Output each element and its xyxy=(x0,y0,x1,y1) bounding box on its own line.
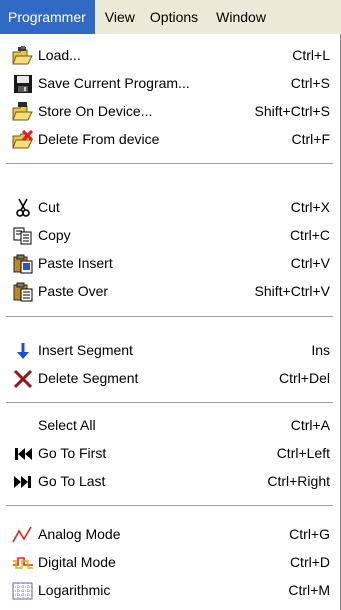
menu-item-label: Paste Over xyxy=(38,283,109,299)
menu-item-select-all[interactable]: Select All Ctrl+A xyxy=(0,412,339,440)
menu-item-delete-segment[interactable]: Delete Segment Ctrl+Del xyxy=(0,365,339,393)
menu-item-paste-insert[interactable]: Paste Insert Ctrl+V xyxy=(0,250,339,278)
go-last-icon xyxy=(12,472,34,492)
menu-item-paste-over[interactable]: Paste Over Shift+Ctrl+V xyxy=(0,278,339,306)
delete-device-icon xyxy=(12,130,34,150)
menu-item-label: Logarithmic xyxy=(38,582,111,598)
analog-wave-icon xyxy=(12,525,34,545)
menu-window[interactable]: Window xyxy=(207,0,270,34)
menu-item-shortcut: Ctrl+M xyxy=(288,582,330,598)
menu-item-label: Insert Segment xyxy=(38,342,133,358)
menu-bar: Programmer View Options Window xyxy=(0,0,341,35)
menu-item-go-to-last[interactable]: Go To Last Ctrl+Right xyxy=(0,468,339,496)
menu-item-label: Copy xyxy=(38,227,71,243)
cut-icon xyxy=(12,198,34,218)
menu-item-shortcut: Ctrl+C xyxy=(289,227,330,243)
menu-item-shortcut: Ctrl+Right xyxy=(267,473,330,489)
menu-item-insert-segment[interactable]: Insert Segment Ins xyxy=(0,337,339,365)
menu-item-label: Load... xyxy=(38,47,81,63)
log-grid-icon xyxy=(12,581,34,601)
menu-item-delete-from-device[interactable]: Delete From device Ctrl+F xyxy=(0,126,339,154)
menu-item-shortcut: Ctrl+V xyxy=(290,255,330,271)
menu-item-label: Select All xyxy=(38,417,96,433)
copy-icon xyxy=(12,226,34,246)
store-device-icon xyxy=(12,102,34,122)
menu-item-cut[interactable]: Cut Ctrl+X xyxy=(0,194,339,222)
menu-separator xyxy=(6,163,333,165)
delete-x-icon xyxy=(12,369,34,389)
menu-item-go-to-first[interactable]: Go To First Ctrl+Left xyxy=(0,440,339,468)
menu-item-shortcut: Shift+Ctrl+S xyxy=(254,103,330,119)
menu-item-shortcut: Ctrl+A xyxy=(290,417,330,433)
paste-over-icon xyxy=(12,282,34,302)
menu-item-shortcut: Ctrl+D xyxy=(289,554,330,570)
menu-item-copy[interactable]: Copy Ctrl+C xyxy=(0,222,339,250)
go-first-icon xyxy=(12,444,34,464)
menu-programmer[interactable]: Programmer xyxy=(0,0,95,34)
paste-insert-icon xyxy=(12,254,34,274)
menu-item-label: Delete Segment xyxy=(38,370,139,386)
menu-item-label: Paste Insert xyxy=(38,255,113,271)
menu-item-shortcut: Ctrl+Del xyxy=(279,370,330,386)
menu-item-shortcut: Ins xyxy=(311,342,330,358)
menu-item-shortcut: Ctrl+Left xyxy=(276,445,330,461)
digital-wave-icon xyxy=(12,553,34,573)
menu-item-label: Save Current Program... xyxy=(38,75,190,91)
menu-item-digital-mode[interactable]: Digital Mode Ctrl+D xyxy=(0,549,339,577)
programmer-menu: Load... Ctrl+L Save Current Program... C… xyxy=(0,34,341,610)
menu-item-shortcut: Ctrl+L xyxy=(292,47,330,63)
menu-item-shortcut: Shift+Ctrl+V xyxy=(254,283,330,299)
menu-item-store-on-device[interactable]: Store On Device... Shift+Ctrl+S xyxy=(0,98,339,126)
menu-item-label: Store On Device... xyxy=(38,103,153,119)
menu-separator xyxy=(6,316,333,318)
menu-item-label: Cut xyxy=(38,199,60,215)
menu-item-save-current-program[interactable]: Save Current Program... Ctrl+S xyxy=(0,70,339,98)
menu-separator xyxy=(6,402,333,404)
menu-separator xyxy=(6,505,333,507)
menu-item-load[interactable]: Load... Ctrl+L xyxy=(0,42,339,70)
menu-item-analog-mode[interactable]: Analog Mode Ctrl+G xyxy=(0,521,339,549)
menu-item-logarithmic[interactable]: Logarithmic Ctrl+M xyxy=(0,577,339,605)
menu-item-label: Go To Last xyxy=(38,473,106,489)
menu-item-shortcut: Ctrl+G xyxy=(289,526,330,542)
load-folder-icon xyxy=(12,46,34,66)
menu-item-label: Analog Mode xyxy=(38,526,121,542)
menu-item-shortcut: Ctrl+S xyxy=(290,75,330,91)
menu-item-shortcut: Ctrl+X xyxy=(290,199,330,215)
menu-item-shortcut: Ctrl+F xyxy=(291,131,331,147)
insert-arrow-icon xyxy=(12,341,34,361)
save-disk-icon xyxy=(12,74,34,94)
menu-item-label: Delete From device xyxy=(38,131,160,147)
menu-view[interactable]: View xyxy=(95,0,141,34)
menu-item-label: Digital Mode xyxy=(38,554,116,570)
menu-options[interactable]: Options xyxy=(141,0,207,34)
menu-item-label: Go To First xyxy=(38,445,107,461)
